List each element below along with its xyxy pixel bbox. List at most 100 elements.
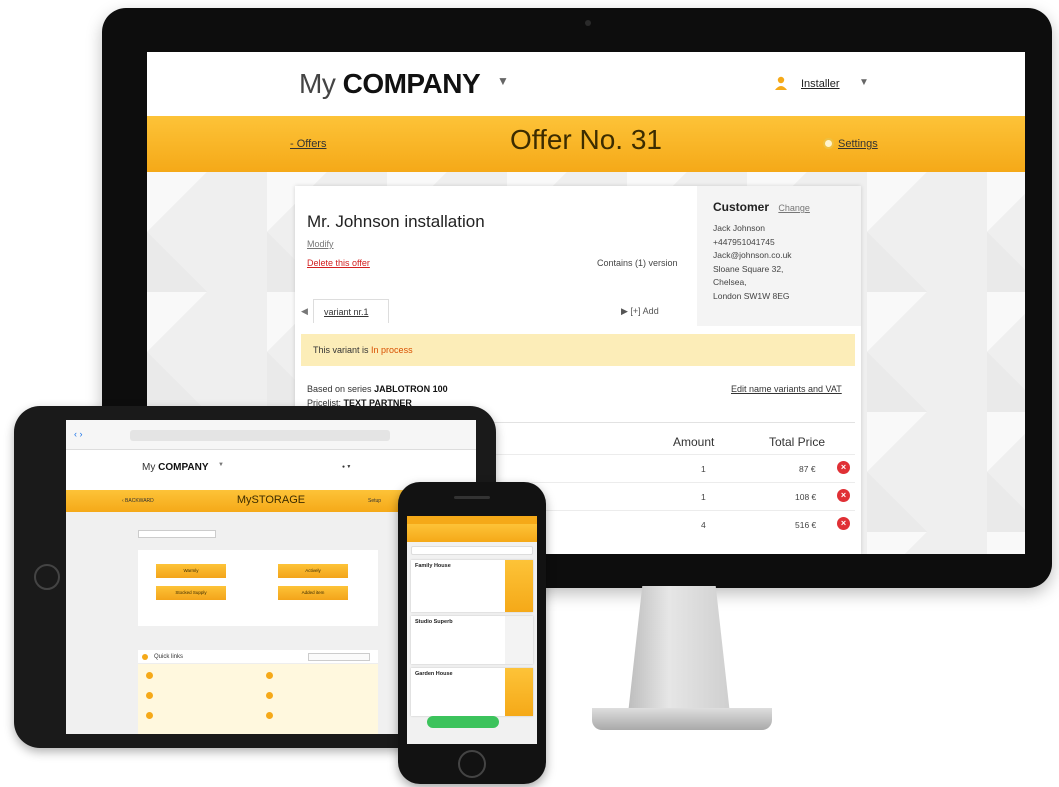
top-header: My COMPANY ▼ Installer ▼ [147, 52, 1025, 116]
tablet-action-button[interactable]: Added item [278, 586, 348, 600]
status-prefix: This variant is [313, 345, 369, 355]
add-variant-button[interactable]: ▶ [+] Add [621, 306, 659, 317]
tab-variant-1[interactable]: variant nr.1 [313, 299, 389, 323]
customer-details: Jack Johnson +447951041745 Jack@johnson.… [713, 222, 845, 303]
camera-dot [585, 20, 591, 26]
phone-item-title: Studio Superb [415, 619, 453, 625]
remove-row-icon[interactable]: × [837, 461, 850, 474]
column-amount: Amount [673, 435, 715, 449]
phone-item-badge [505, 560, 533, 612]
series-value: JABLOTRON 100 [374, 384, 448, 394]
quick-link-item[interactable] [266, 672, 277, 679]
phone-home-button [458, 750, 486, 778]
quick-link-item[interactable] [146, 692, 157, 699]
customer-name: Jack Johnson [713, 223, 765, 233]
tablet-user-icon[interactable]: ● ▼ [342, 464, 351, 470]
row-amount: 1 [701, 464, 706, 474]
customer-address-3: London SW1W 8EG [713, 290, 790, 301]
customer-phone: +447951041745 [713, 236, 775, 247]
phone-item-title: Family House [415, 563, 451, 569]
phone-speaker [454, 496, 490, 499]
customer-email: Jack@johnson.co.uk [713, 250, 792, 260]
edit-variants-link[interactable]: Edit name variants and VAT [731, 384, 842, 394]
customer-panel: Customer Change Jack Johnson +4479510417… [697, 186, 861, 326]
tab-prev-icon[interactable]: ◀ [301, 306, 308, 317]
row-total: 516 € [795, 520, 817, 530]
tablet-action-button[interactable]: Stocked Supply [156, 586, 226, 600]
quick-link-item[interactable] [146, 712, 157, 719]
remove-row-icon[interactable]: × [837, 489, 850, 502]
logo-my: My [299, 68, 336, 99]
phone-search-input[interactable] [411, 546, 533, 555]
phone-list-item[interactable]: Garden House [411, 668, 533, 716]
phone-item-badge [505, 616, 533, 664]
quick-links-icon [142, 654, 148, 660]
phone-list-item[interactable]: Family House [411, 560, 533, 612]
tablet-action-button[interactable]: Warmly [156, 564, 226, 578]
phone-screen: Family House Studio Superb Garden House [407, 516, 537, 744]
quick-links-title: Quick links [154, 654, 184, 660]
quick-link-icon [146, 692, 153, 699]
quick-links-header: Quick links [138, 650, 378, 664]
phone-item-title: Garden House [415, 671, 453, 677]
add-variant-label: [+] Add [630, 306, 659, 316]
remove-row-icon[interactable]: × [837, 517, 850, 530]
series-line: Based on series JABLOTRON 100 [307, 382, 448, 396]
row-total: 87 € [799, 464, 816, 474]
user-icon [775, 76, 787, 90]
tablet-logo[interactable]: My COMPANY [142, 462, 209, 473]
change-customer-link[interactable]: Change [778, 203, 810, 213]
monitor-stand-base [592, 708, 772, 730]
quick-links-panel: Quick links [138, 650, 378, 734]
tablet-logo-my: My [142, 462, 156, 473]
tablet-button-panel: Warmly Actively Stocked Supply Added ite… [138, 550, 378, 626]
quick-link-icon [266, 692, 273, 699]
page-title: Offer No. 31 [509, 124, 662, 155]
monitor-stand [628, 586, 730, 714]
gear-icon [823, 138, 834, 149]
quick-links-button[interactable] [308, 653, 370, 661]
quick-link-icon [146, 712, 153, 719]
browser-nav-icon[interactable]: ‹ › [74, 429, 83, 439]
versions-count: Contains (1) version [597, 258, 678, 268]
status-badge: In process [371, 345, 413, 355]
column-total: Total Price [769, 435, 826, 449]
phone-action-button[interactable] [427, 716, 499, 728]
phone-item-badge [505, 668, 533, 716]
phone-list-item[interactable]: Studio Superb [411, 616, 533, 664]
customer-address-2: Chelsea, [713, 277, 747, 287]
tablet-search-input[interactable] [138, 530, 216, 538]
modify-link[interactable]: Modify [307, 239, 334, 249]
settings-link[interactable]: Settings [823, 138, 878, 150]
customer-title: Customer [713, 200, 770, 214]
quick-link-item[interactable] [266, 692, 277, 699]
delete-offer-link[interactable]: Delete this offer [307, 258, 370, 268]
series-label: Based on series [307, 384, 372, 394]
company-caret-icon[interactable]: ▼ [497, 74, 509, 88]
quick-link-icon [146, 672, 153, 679]
customer-address-1: Sloane Square 32, [713, 263, 784, 274]
quick-link-item[interactable] [146, 672, 157, 679]
tablet-logo-company: COMPANY [158, 462, 209, 473]
variant-status-banner: This variant is In process [301, 334, 855, 366]
tablet-browser-bar: ‹ › [66, 420, 476, 450]
quick-link-item[interactable] [266, 712, 277, 719]
logo-company: COMPANY [342, 68, 481, 99]
quick-link-icon [266, 672, 273, 679]
user-menu[interactable]: Installer [801, 78, 840, 90]
tablet-home-button [34, 564, 60, 590]
phone-status-bar [407, 516, 537, 524]
url-bar[interactable] [130, 430, 390, 441]
offer-name: Mr. Johnson installation [307, 212, 485, 231]
row-amount: 1 [701, 492, 706, 502]
user-caret-icon[interactable]: ▼ [859, 77, 869, 88]
quick-link-icon [266, 712, 273, 719]
phone-device: Family House Studio Superb Garden House [398, 482, 546, 784]
company-logo[interactable]: My COMPANY [299, 68, 481, 100]
tablet-caret-icon[interactable]: ▼ [218, 462, 224, 468]
tablet-action-button[interactable]: Actively [278, 564, 348, 578]
phone-header [407, 524, 537, 542]
settings-label: Settings [838, 138, 878, 150]
tablet-settings-link[interactable]: Setup [368, 498, 381, 504]
row-total: 108 € [795, 492, 817, 502]
